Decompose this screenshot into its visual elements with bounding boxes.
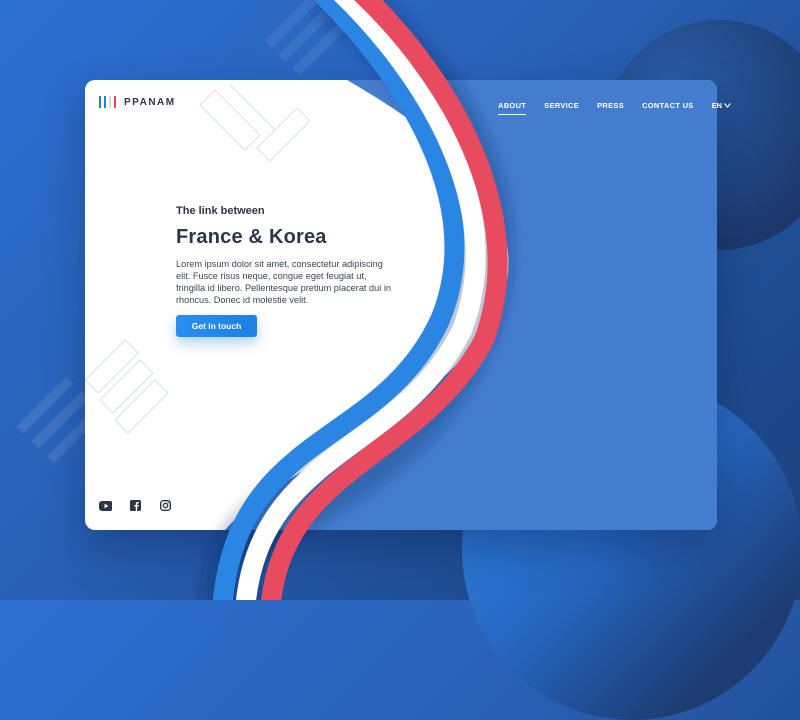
nav-service[interactable]: SERVICE (544, 101, 579, 110)
language-selector[interactable]: EN (712, 101, 731, 110)
hero-content: The link between France & Korea Lorem ip… (176, 205, 396, 306)
social-links (99, 500, 172, 511)
instagram-icon[interactable] (159, 500, 172, 511)
main-nav: ABOUT SERVICE PRESS CONTACT US EN (498, 101, 731, 115)
youtube-icon[interactable] (99, 500, 112, 511)
brand-logo[interactable]: PPANAM (99, 96, 176, 108)
facebook-icon[interactable] (129, 500, 142, 511)
logo-mark-icon (99, 96, 116, 108)
brand-name: PPANAM (124, 96, 176, 108)
nav-about[interactable]: ABOUT (498, 101, 527, 115)
language-label: EN (711, 101, 723, 110)
hero-subtitle: The link between (176, 205, 265, 217)
hero-title: France & Korea (176, 226, 327, 248)
nav-press[interactable]: PRESS (597, 101, 624, 110)
chevron-down-icon (724, 103, 731, 108)
nav-contact[interactable]: CONTACT US (642, 101, 694, 110)
get-in-touch-button[interactable]: Get in touch (176, 315, 257, 337)
hero-body: Lorem ipsum dolor sit amet, consectetur … (176, 259, 392, 305)
